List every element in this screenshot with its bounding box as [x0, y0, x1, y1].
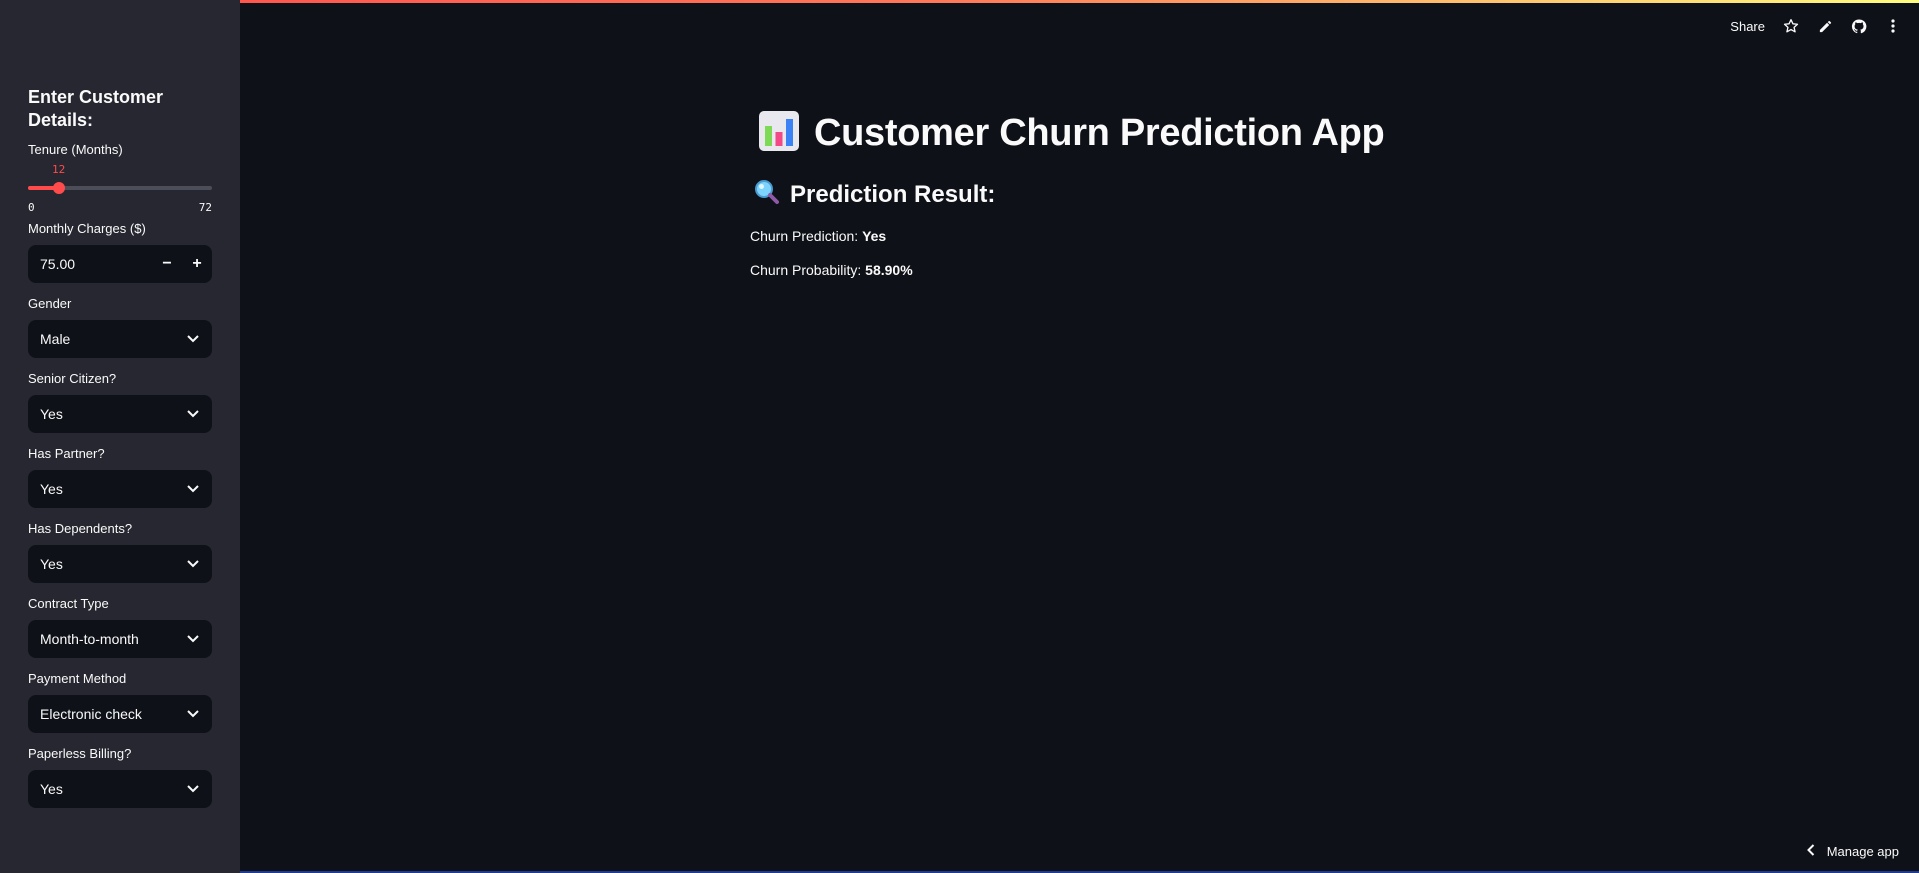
- monthly-charges-value[interactable]: 75.00: [40, 256, 152, 272]
- partner-select[interactable]: Yes: [28, 470, 212, 508]
- tenure-slider-value: 12: [52, 163, 66, 176]
- senior-select[interactable]: Yes: [28, 395, 212, 433]
- chevron-down-icon: [186, 632, 200, 646]
- tenure-slider-min: 0: [28, 201, 35, 214]
- churn-prediction-value: Yes: [862, 228, 887, 244]
- main-content: Customer Churn Prediction App Prediction…: [750, 110, 1385, 278]
- decrement-button[interactable]: −: [152, 255, 182, 273]
- share-button[interactable]: Share: [1730, 19, 1765, 34]
- sidebar-title: Enter Customer Details:: [28, 87, 164, 130]
- prediction-result-heading: Prediction Result:: [790, 180, 996, 208]
- gender-select-value: Male: [40, 331, 71, 347]
- senior-field: Senior Citizen? Yes: [28, 371, 212, 433]
- payment-label: Payment Method: [28, 671, 127, 686]
- partner-field: Has Partner? Yes: [28, 446, 212, 508]
- gender-label: Gender: [28, 296, 72, 311]
- subtitle-row: Prediction Result:: [754, 179, 1384, 210]
- churn-probability-line: Churn Probability: 58.90%: [750, 262, 1384, 278]
- monthly-charges-label: Monthly Charges ($): [28, 221, 146, 236]
- tenure-slider-max: 72: [198, 201, 212, 214]
- monthly-charges-field: Monthly Charges ($) 75.00 − +: [28, 221, 212, 283]
- bar-chart-icon: [758, 110, 800, 157]
- churn-prediction-label: Churn Prediction:: [750, 228, 859, 244]
- pencil-icon[interactable]: [1817, 18, 1833, 34]
- gender-field: Gender Male: [28, 296, 212, 358]
- payment-select-value: Electronic check: [40, 706, 142, 722]
- churn-prediction-line: Churn Prediction: Yes: [750, 228, 1384, 244]
- dependents-field: Has Dependents? Yes: [28, 521, 212, 583]
- sidebar: Enter Customer Details: Tenure (Months) …: [0, 0, 240, 873]
- header-toolbar: Share: [1730, 18, 1901, 34]
- churn-probability-value: 58.90%: [865, 262, 913, 278]
- title-row: Customer Churn Prediction App: [758, 110, 1385, 157]
- tenure-slider-thumb[interactable]: [53, 182, 65, 194]
- contract-field: Contract Type Month-to-month: [28, 596, 212, 658]
- more-vertical-icon[interactable]: [1885, 18, 1901, 34]
- chevron-down-icon: [186, 557, 200, 571]
- paperless-select[interactable]: Yes: [28, 770, 212, 808]
- paperless-label: Paperless Billing?: [28, 746, 132, 761]
- gender-select[interactable]: Male: [28, 320, 212, 358]
- senior-select-value: Yes: [40, 406, 63, 422]
- senior-label: Senior Citizen?: [28, 371, 117, 386]
- contract-select[interactable]: Month-to-month: [28, 620, 212, 658]
- paperless-select-value: Yes: [40, 781, 63, 797]
- dependents-label: Has Dependents?: [28, 521, 133, 536]
- churn-probability-label: Churn Probability:: [750, 262, 862, 278]
- contract-select-value: Month-to-month: [40, 631, 139, 647]
- payment-select[interactable]: Electronic check: [28, 695, 212, 733]
- magnifier-icon: [754, 179, 780, 210]
- page-title: Customer Churn Prediction App: [814, 112, 1385, 154]
- star-icon[interactable]: [1783, 18, 1799, 34]
- payment-field: Payment Method Electronic check: [28, 671, 212, 733]
- manage-app-button[interactable]: Manage app: [1806, 844, 1899, 859]
- chevron-down-icon: [186, 482, 200, 496]
- increment-button[interactable]: +: [182, 255, 212, 273]
- paperless-field: Paperless Billing? Yes: [28, 746, 212, 808]
- tenure-slider-track[interactable]: [28, 182, 212, 194]
- tenure-field: Tenure (Months) 12 0 72: [28, 142, 212, 214]
- top-decoration-bar: [0, 0, 1919, 3]
- chevron-down-icon: [186, 707, 200, 721]
- dependents-select[interactable]: Yes: [28, 545, 212, 583]
- partner-select-value: Yes: [40, 481, 63, 497]
- chevron-down-icon: [186, 782, 200, 796]
- monthly-charges-input[interactable]: 75.00 − +: [28, 245, 212, 283]
- github-icon[interactable]: [1851, 18, 1867, 34]
- chevron-down-icon: [186, 332, 200, 346]
- tenure-label: Tenure (Months): [28, 142, 123, 157]
- manage-app-label: Manage app: [1826, 844, 1899, 859]
- dependents-select-value: Yes: [40, 556, 63, 572]
- partner-label: Has Partner?: [28, 446, 105, 461]
- tenure-slider[interactable]: 12 0 72: [28, 163, 212, 214]
- chevron-left-icon: [1806, 844, 1815, 859]
- chevron-down-icon: [186, 407, 200, 421]
- contract-label: Contract Type: [28, 596, 109, 611]
